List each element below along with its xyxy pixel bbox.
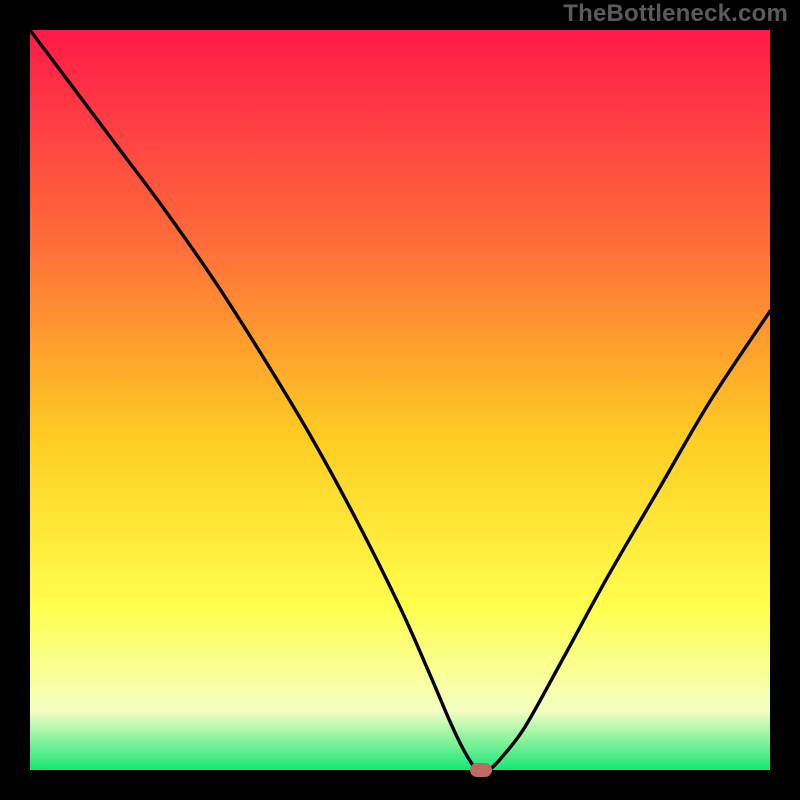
chart-container: TheBottleneck.com [0, 0, 800, 800]
optimal-point-marker [470, 763, 492, 777]
bottleneck-plot-svg [30, 30, 770, 770]
gradient-background [30, 30, 770, 770]
plot-area [30, 30, 770, 770]
watermark-text: TheBottleneck.com [563, 0, 788, 28]
